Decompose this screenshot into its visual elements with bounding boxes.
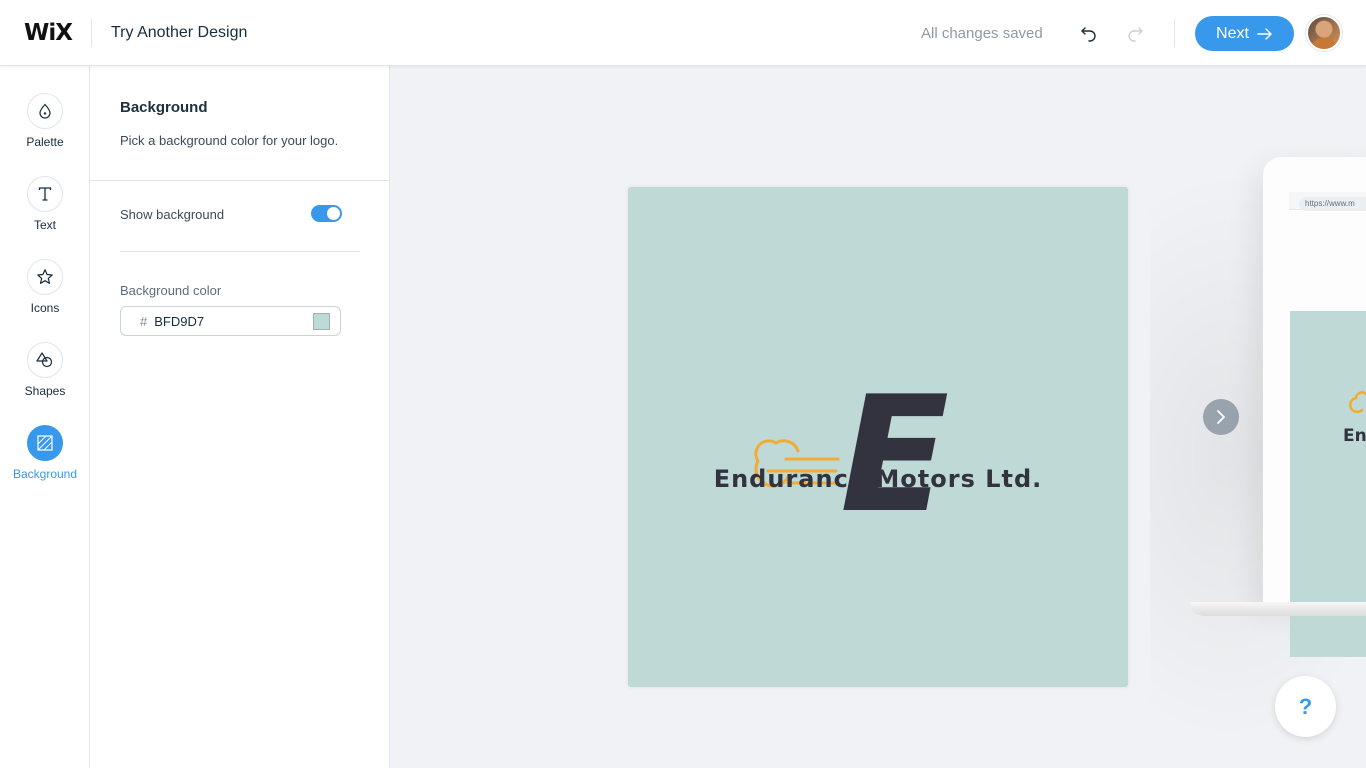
sidebar-item-background[interactable]: Background [0,425,90,495]
background-panel: Background Pick a background color for y… [90,66,390,768]
sidebar-item-text[interactable]: Text [0,176,90,246]
hash-prefix: # [140,313,148,329]
chevron-right-icon [1217,410,1225,424]
text-icon [27,176,63,212]
laptop-base [1190,602,1366,616]
wix-logo[interactable]: WiX [24,20,73,46]
help-button[interactable]: ? [1275,676,1336,737]
next-button[interactable]: Next [1195,16,1294,51]
sidebar-item-label: Icons [30,301,60,315]
panel-description: Pick a background color for your logo. [120,133,339,148]
user-avatar[interactable] [1306,15,1342,51]
mockup-company-name: En [1343,426,1366,446]
browser-url: https://www.m [1299,197,1366,211]
next-button-label: Next [1216,24,1249,42]
left-rail: Palette Text Icons Shapes Background [0,66,90,768]
background-icon [27,425,63,461]
divider [90,180,389,181]
shapes-icon [27,342,63,378]
sidebar-item-label: Palette [26,135,64,149]
try-another-design-link[interactable]: Try Another Design [111,24,247,42]
redo-icon [1122,20,1148,46]
save-status: All changes saved [921,25,1043,42]
divider [1174,19,1175,47]
laptop-mockup: https://www.m [1263,157,1366,657]
star-icon [27,259,63,295]
palette-icon [27,93,63,129]
sidebar-item-shapes[interactable]: Shapes [0,342,90,412]
logo-preview[interactable]: E Endurance Motors Ltd. [628,187,1128,687]
panel-title: Background [120,99,208,116]
sidebar-item-palette[interactable]: Palette [0,93,90,163]
logo-graphic: E [754,361,949,527]
canvas: E Endurance Motors Ltd. https://www.m En [390,66,1366,768]
company-name: Endurance Motors Ltd. [713,465,1043,493]
show-background-toggle[interactable] [311,205,342,222]
color-value[interactable]: BFD9D7 [154,314,204,329]
mockup-wind-icon [1349,391,1366,414]
undo-icon[interactable] [1076,20,1102,46]
divider [120,251,360,252]
color-swatch[interactable] [313,313,330,330]
sidebar-item-label: Shapes [24,384,66,398]
show-background-label: Show background [120,207,225,222]
divider [91,19,92,47]
next-design-arrow[interactable] [1203,399,1239,435]
sidebar-item-icons[interactable]: Icons [0,259,90,329]
sidebar-item-label: Background [12,467,78,481]
background-color-label: Background color [120,283,222,298]
logo-letter: E [840,361,949,527]
top-bar: WiX Try Another Design All changes saved… [0,0,1366,66]
arrow-right-icon [1257,27,1272,40]
background-color-input[interactable]: # BFD9D7 [120,306,341,336]
sidebar-item-label: Text [33,218,56,232]
